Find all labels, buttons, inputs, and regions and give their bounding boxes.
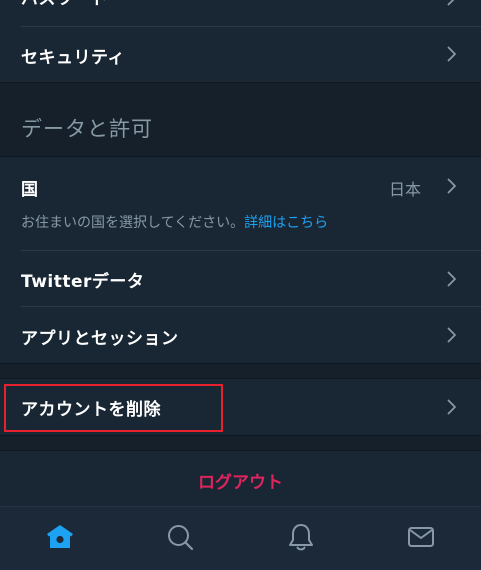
security-label: セキュリティ bbox=[21, 48, 125, 68]
country-row[interactable]: 国 日本 bbox=[0, 157, 481, 250]
chevron-right-icon bbox=[447, 178, 457, 194]
tab-messages[interactable] bbox=[405, 521, 437, 553]
password-label: パスワード bbox=[21, 0, 109, 9]
country-description: お住まいの国を選択してください。詳細はこちら bbox=[21, 212, 328, 232]
logout-row[interactable]: ログアウト bbox=[0, 451, 481, 506]
logout-button[interactable]: ログアウト bbox=[0, 468, 481, 493]
home-icon bbox=[47, 525, 73, 548]
highlight-box bbox=[4, 384, 223, 432]
tab-home[interactable] bbox=[44, 521, 76, 553]
security-row[interactable]: セキュリティ bbox=[0, 27, 481, 82]
apps-sessions-row[interactable]: アプリとセッション bbox=[0, 307, 481, 363]
bell-icon bbox=[289, 524, 313, 551]
chevron-right-icon bbox=[447, 46, 457, 62]
settings-screen: パスワード セキュリティ データと許可 国 日本 Twitterデータ bbox=[0, 0, 481, 570]
divider bbox=[0, 82, 481, 83]
tab-bar bbox=[0, 506, 481, 570]
apps-sessions-label: アプリとセッション bbox=[21, 329, 179, 349]
chevron-right-icon bbox=[447, 0, 457, 6]
country-desc-text: お住まいの国を選択してください。 bbox=[21, 215, 245, 231]
twitter-data-row[interactable]: Twitterデータ bbox=[0, 251, 481, 306]
section-title-data-permissions: データと許可 bbox=[21, 117, 153, 141]
divider bbox=[0, 435, 481, 436]
country-value: 日本 bbox=[388, 180, 421, 199]
learn-more-link[interactable]: 詳細はこちら bbox=[244, 215, 328, 231]
mail-icon bbox=[408, 527, 434, 547]
tab-notifications[interactable] bbox=[285, 521, 317, 553]
chevron-right-icon bbox=[447, 327, 457, 343]
search-icon bbox=[168, 525, 194, 551]
data-permissions-group: 国 日本 Twitterデータ アプリとセッション bbox=[0, 157, 481, 363]
chevron-right-icon bbox=[447, 399, 457, 415]
password-row[interactable]: パスワード bbox=[0, 0, 481, 26]
chevron-right-icon bbox=[447, 271, 457, 287]
account-group: パスワード セキュリティ bbox=[0, 0, 481, 82]
twitter-data-label: Twitterデータ bbox=[21, 272, 145, 292]
tab-search[interactable] bbox=[164, 521, 196, 553]
divider bbox=[0, 363, 481, 364]
country-label: 国 bbox=[21, 180, 39, 200]
